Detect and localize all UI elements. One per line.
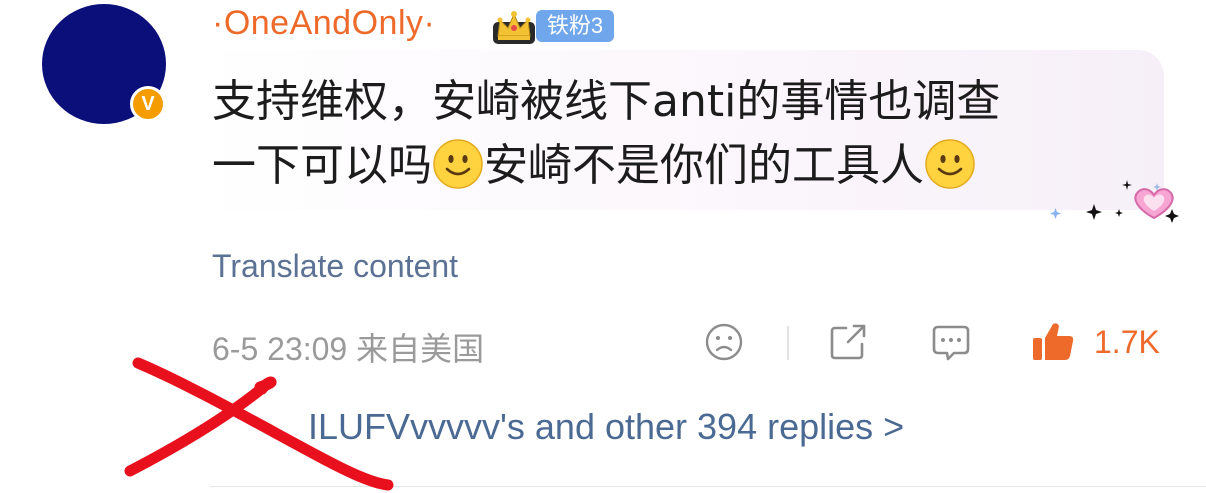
bottom-divider (210, 486, 1206, 487)
sad-face-icon[interactable] (704, 322, 744, 362)
crown-icon (493, 11, 535, 44)
timestamp-location: 6-5 23:09 来自美国 (212, 331, 485, 367)
comment-line-2a: 一下可以吗 (212, 140, 432, 191)
username[interactable]: ·OneAndOnly· (212, 4, 435, 43)
comment-line-1: 支持维权，安崎被线下anti的事情也调查 (212, 76, 1001, 127)
like-count: 1.7K (1094, 324, 1160, 360)
thumbs-up-icon[interactable] (1030, 320, 1076, 364)
view-replies-link[interactable]: ILUFVvvvvv's and other 394 replies > (308, 406, 904, 448)
translate-link[interactable]: Translate content (212, 248, 458, 285)
comment-text: 支持维权，安崎被线下anti的事情也调查 一下可以吗 安崎不是你们的工具人 (212, 70, 1152, 198)
comment-icon[interactable] (930, 322, 972, 364)
smile-emoji-icon (433, 139, 483, 189)
comment-line-2b: 安崎不是你们的工具人 (484, 140, 924, 191)
share-icon[interactable] (828, 322, 870, 362)
smile-emoji-icon (925, 139, 975, 189)
fan-level-badge: 铁粉3 (536, 10, 614, 42)
comment-line-2: 一下可以吗 安崎不是你们的工具人 (212, 134, 1152, 198)
verified-badge-icon: V (130, 86, 166, 122)
action-divider (787, 326, 789, 360)
heart-sparkle-icon (1050, 180, 1179, 223)
